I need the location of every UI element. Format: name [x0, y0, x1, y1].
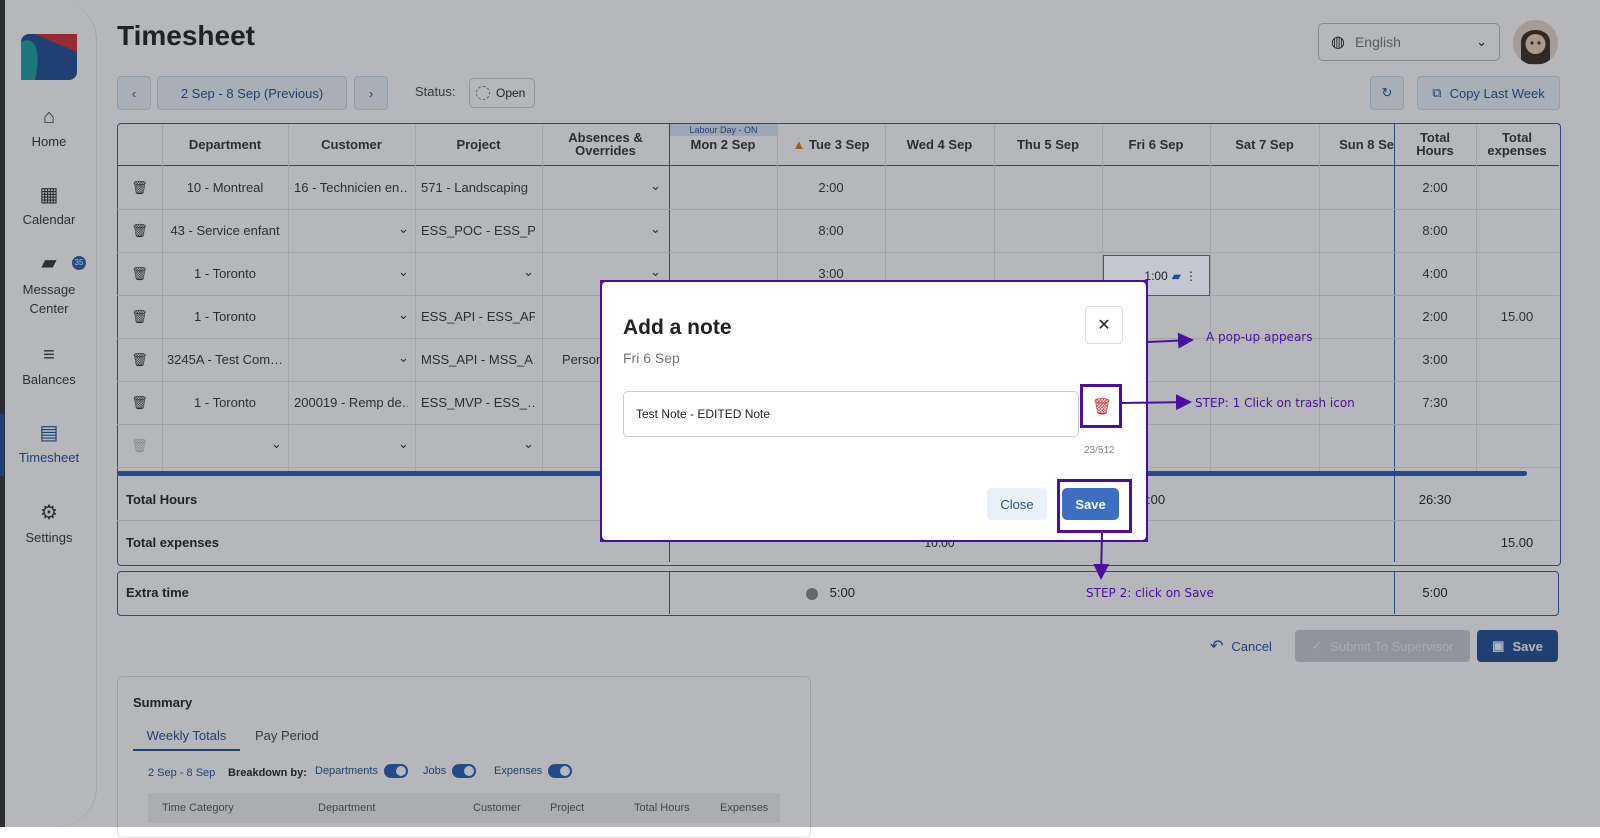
- annotation-step2: STEP 2: click on Save: [1086, 586, 1214, 600]
- annotation-arrows: [1093, 332, 1194, 580]
- annotation-popup: A pop-up appears: [1206, 330, 1313, 344]
- annotation-step1: STEP: 1 Click on trash icon: [1195, 396, 1355, 410]
